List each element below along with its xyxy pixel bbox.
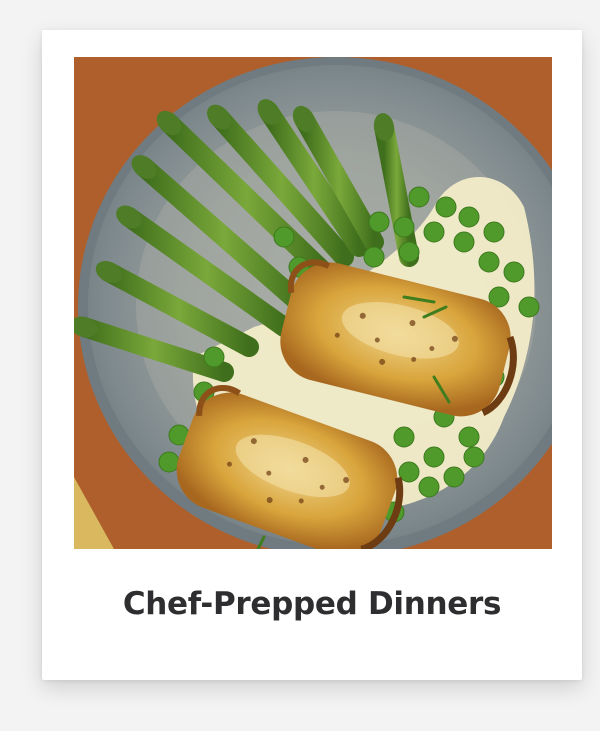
- product-card[interactable]: Chef-Prepped Dinners: [42, 30, 582, 680]
- plated-dish-image: [74, 57, 552, 549]
- card-title: Chef-Prepped Dinners: [122, 586, 502, 622]
